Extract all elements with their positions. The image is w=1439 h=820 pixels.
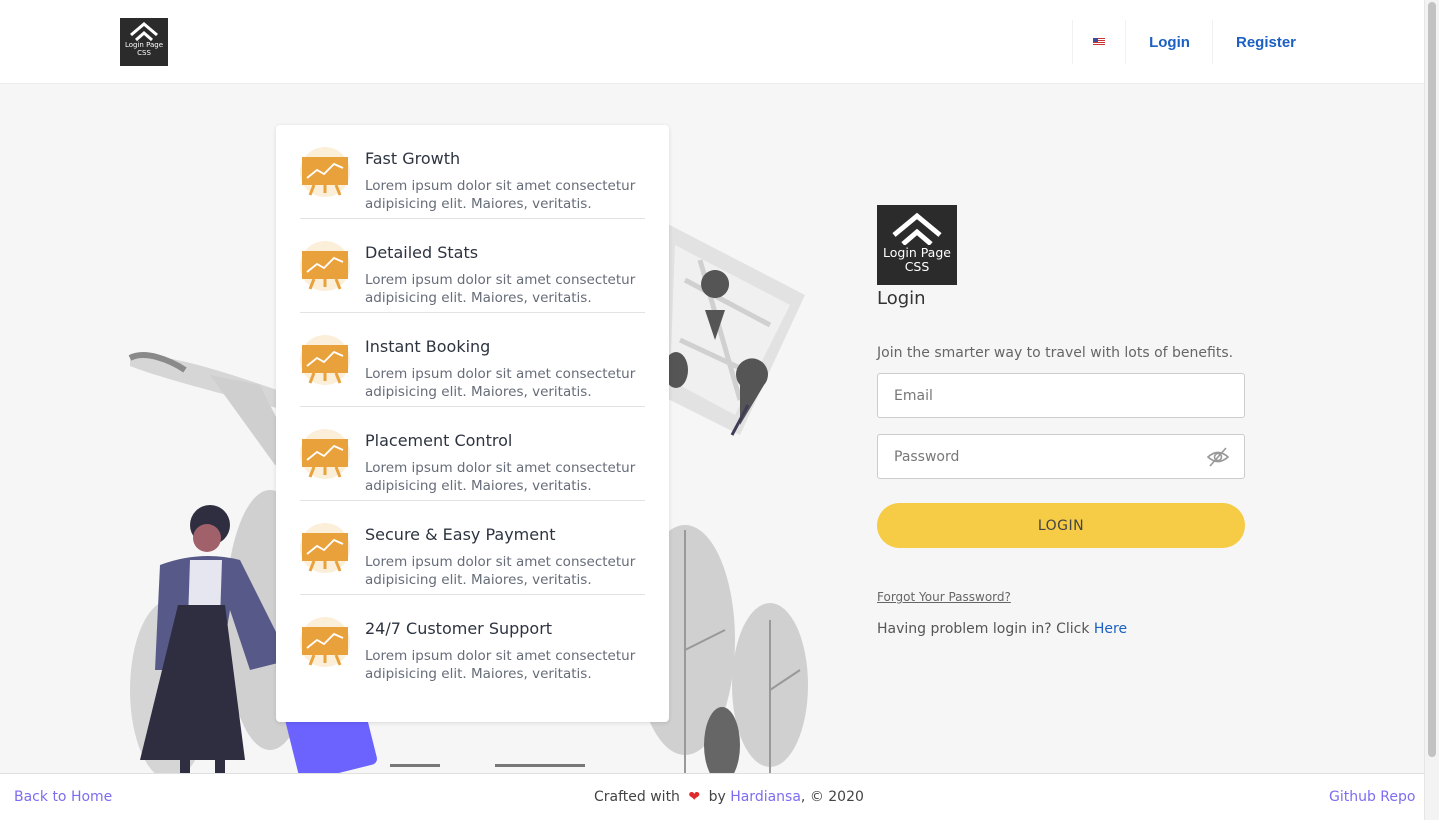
login-help-link[interactable]: Here — [1094, 621, 1127, 637]
growth-chart-icon — [300, 335, 350, 385]
chevron-up-icon — [130, 22, 158, 41]
eye-slash-icon[interactable] — [1206, 446, 1230, 468]
by-text: by — [708, 789, 726, 805]
feature-item: Instant Booking Lorem ipsum dolor sit ame… — [300, 313, 645, 407]
scrollbar-thumb[interactable] — [1428, 2, 1436, 757]
forgot-password-link[interactable]: Forgot Your Password? — [877, 590, 1011, 604]
back-to-home-link[interactable]: Back to Home — [14, 789, 112, 805]
heart-icon: ❤ — [688, 789, 701, 805]
nav-register-link[interactable]: Register — [1214, 20, 1318, 64]
feature-item: Fast Growth Lorem ipsum dolor sit amet co… — [300, 125, 645, 219]
language-selector[interactable] — [1072, 20, 1126, 64]
nav-login-link[interactable]: Login — [1127, 20, 1213, 64]
logo-text: Login Page CSS — [883, 245, 951, 274]
feature-description: Lorem ipsum dolor sit amet consectetur a… — [365, 554, 636, 588]
feature-item: Placement Control Lorem ipsum dolor sit a… — [300, 407, 645, 501]
brand-logo[interactable]: Login Page CSS — [120, 18, 168, 66]
login-subtitle: Join the smarter way to travel with lots… — [877, 345, 1234, 361]
login-help: Having problem login in? Click Here — [877, 621, 1127, 637]
login-logo: Login Page CSS — [877, 205, 957, 285]
chevron-up-icon — [892, 212, 942, 245]
github-repo-link[interactable]: Github Repo — [1329, 789, 1415, 805]
feature-item: Secure & Easy Payment Lorem ipsum dolor s… — [300, 501, 645, 595]
email-input[interactable] — [877, 373, 1245, 418]
feature-title: 24/7 Customer Support — [365, 619, 553, 638]
feature-title: Secure & Easy Payment — [365, 525, 556, 544]
password-input[interactable] — [877, 434, 1245, 479]
growth-chart-icon — [300, 617, 350, 667]
feature-description: Lorem ipsum dolor sit amet consectetur a… — [365, 366, 636, 400]
feature-title: Detailed Stats — [365, 243, 479, 262]
top-navbar: Login Page CSS Login Register — [0, 0, 1424, 84]
login-heading: Login — [877, 288, 926, 309]
vertical-scrollbar[interactable] — [1424, 0, 1439, 820]
growth-chart-icon — [300, 523, 350, 573]
growth-chart-icon — [300, 241, 350, 291]
copyright-text: , © 2020 — [800, 789, 864, 805]
feature-description: Lorem ipsum dolor sit amet consectetur a… — [365, 178, 636, 212]
airplane-illustration — [128, 352, 300, 465]
growth-chart-icon — [300, 429, 350, 479]
map-illustration — [660, 220, 805, 436]
login-help-text: Having problem login in? Click — [877, 621, 1094, 637]
feature-item: Detailed Stats Lorem ipsum dolor sit amet… — [300, 219, 645, 313]
feature-description: Lorem ipsum dolor sit amet consectetur a… — [365, 272, 636, 306]
author-link[interactable]: Hardiansa — [730, 789, 801, 805]
crafted-text: Crafted with — [594, 789, 680, 805]
login-button[interactable]: LOGIN — [877, 503, 1245, 548]
footer-credits: Crafted with ❤ by Hardiansa, © 2020 — [594, 789, 864, 805]
feature-title: Fast Growth — [365, 149, 461, 168]
feature-title: Placement Control — [365, 431, 513, 450]
features-card: Fast Growth Lorem ipsum dolor sit amet co… — [276, 125, 669, 722]
feature-description: Lorem ipsum dolor sit amet consectetur a… — [365, 460, 636, 494]
logo-text: Login Page CSS — [124, 41, 164, 57]
feature-title: Instant Booking — [365, 337, 491, 356]
us-flag-icon — [1093, 38, 1105, 46]
feature-description: Lorem ipsum dolor sit amet consectetur a… — [365, 648, 636, 682]
feature-item: 24/7 Customer Support Lorem ipsum dolor s… — [300, 595, 645, 689]
growth-chart-icon — [300, 147, 350, 197]
footer: Back to Home Crafted with ❤ by Hardiansa… — [0, 773, 1424, 820]
